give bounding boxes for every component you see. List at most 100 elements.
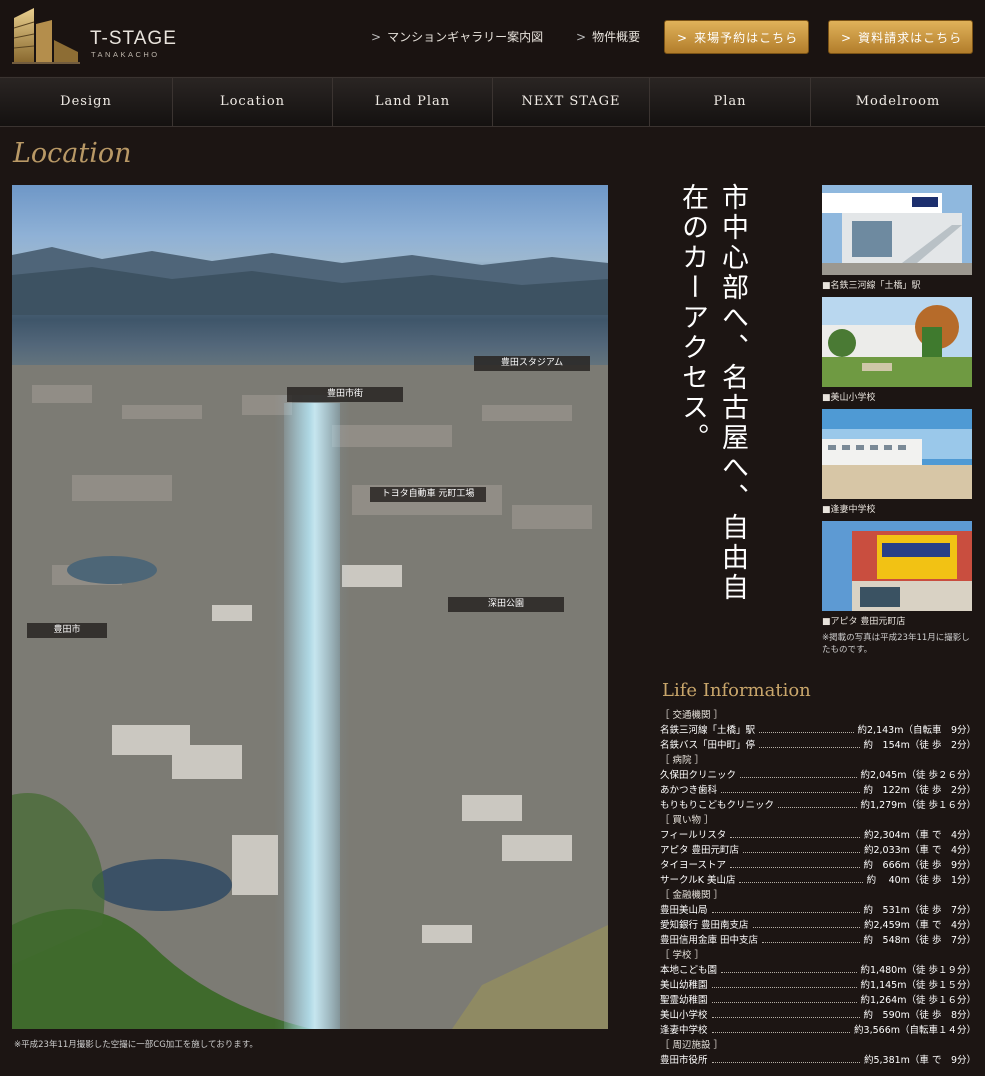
life-facility-row: 逢妻中学校 約3,566m（自転車１４分） <box>660 1023 976 1038</box>
facility-name: あかつき歯科 <box>660 785 718 796</box>
facility-distance: 約 122m（徒 歩 2分） <box>863 785 976 796</box>
life-facility-row: 美山小学校 約 590m（徒 歩 8分） <box>660 1008 976 1023</box>
site-logo[interactable]: T-STAGE TANAKACHO <box>12 8 182 66</box>
facility-name: 豊田市役所 <box>660 1055 708 1066</box>
label-toyota-city: 豊田市 <box>27 623 107 638</box>
headline-copy: 市中心部へ、名古屋へ、自由自在のカーアクセス。 <box>677 183 748 603</box>
dot-leader <box>740 768 857 778</box>
dot-leader <box>711 1008 860 1018</box>
life-facility-row: 名鉄バス「田中町」停 約 154m（徒 歩 2分） <box>660 738 976 753</box>
facility-name: 豊田信用金庫 田中支店 <box>660 935 759 946</box>
facility-name: フィールリスタ <box>660 830 727 841</box>
gallery-map-link[interactable]: > マンションギャラリー案内図 <box>371 28 543 45</box>
facility-name: 聖霊幼稚園 <box>660 995 708 1006</box>
station-image <box>822 185 972 275</box>
life-category-heading: ［ 金融機関 ］ <box>660 890 724 901</box>
visit-reservation-button[interactable]: > 来場予約はこちら <box>664 20 809 54</box>
chevron-right-icon: > <box>841 31 853 45</box>
thumb-caption-apita: ■アピタ 豊田元町店 <box>822 617 906 627</box>
chevron-right-icon: > <box>371 30 382 44</box>
elementary-school-image <box>822 297 972 387</box>
label-stadium: 豊田スタジアム <box>474 356 590 371</box>
label-city-center: 豊田市街 <box>287 387 403 402</box>
life-facility-row: 豊田市役所 約5,381m（車 で 9分） <box>660 1053 976 1068</box>
dot-leader <box>762 933 860 943</box>
facility-distance: 約2,143m（自転車 9分） <box>857 725 977 736</box>
dot-leader <box>743 843 860 853</box>
facility-distance: 約1,145m（徒 歩１５分） <box>860 980 976 991</box>
aerial-photo: 豊田スタジアム 豊田市街 トヨタ自動車 元町工場 深田公園 豊田市 <box>12 185 608 1029</box>
facility-distance: 約5,381m（車 で 9分） <box>863 1055 976 1066</box>
facility-distance: 約1,279m（徒 歩１６分） <box>860 800 976 811</box>
facility-distance: 約 531m（徒 歩 7分） <box>863 905 976 916</box>
facility-distance: 約 40m（徒 歩 1分） <box>866 875 976 886</box>
dot-leader <box>730 858 860 868</box>
facility-name: サークルK 美山店 <box>660 875 736 886</box>
nav-location[interactable]: Location <box>173 78 333 126</box>
facility-distance: 約 590m（徒 歩 8分） <box>863 1010 976 1021</box>
dot-leader <box>721 963 857 973</box>
brochure-request-button[interactable]: > 資料請求はこちら <box>828 20 973 54</box>
dot-leader <box>739 873 863 883</box>
thumb-caption-station: ■名鉄三河線「土橋」駅 <box>822 281 921 291</box>
nav-modelroom[interactable]: Modelroom <box>811 78 985 126</box>
thumb-apita-photo <box>822 521 972 611</box>
site-header: T-STAGE TANAKACHO > マンションギャラリー案内図 > 物件概要 >… <box>0 0 985 76</box>
facility-name: 名鉄バス「田中町」停 <box>660 740 756 751</box>
facility-distance: 約3,566m（自転車１４分） <box>854 1025 976 1036</box>
brochure-request-label: 資料請求はこちら <box>858 31 963 45</box>
facility-distance: 約1,480m（徒 歩１９分） <box>860 965 976 976</box>
dot-leader <box>778 798 857 808</box>
life-category-heading: ［ 病院 ］ <box>660 755 705 766</box>
nav-design[interactable]: Design <box>0 78 173 126</box>
life-category-heading: ［ 周辺施設 ］ <box>660 1040 724 1051</box>
life-information-list: ［ 交通機関 ］ 名鉄三河線「土橋」駅 約2,143m（自転車 9分） 名鉄バス「田中… <box>660 708 976 1068</box>
dot-leader <box>759 723 854 733</box>
nav-plan[interactable]: Plan <box>650 78 811 126</box>
facility-name: タイヨーストア <box>660 860 727 871</box>
facility-name: 逢妻中学校 <box>660 1025 708 1036</box>
photo-caption: ※平成23年11月撮影した空撮に一部CG加工を施しております。 <box>14 1040 258 1050</box>
dot-leader <box>711 1053 860 1063</box>
nav-next-stage[interactable]: NEXT STAGE <box>493 78 650 126</box>
dot-leader <box>711 903 860 913</box>
life-facility-row: 豊田美山局 約 531m（徒 歩 7分） <box>660 903 976 918</box>
nav-land-plan[interactable]: Land Plan <box>333 78 493 126</box>
gallery-map-label: マンションギャラリー案内図 <box>387 30 544 44</box>
facility-distance: 約 666m（徒 歩 9分） <box>863 860 976 871</box>
facility-distance: 約 154m（徒 歩 2分） <box>863 740 976 751</box>
thumb-caption-junior-high: ■逢妻中学校 <box>822 505 876 515</box>
dot-leader <box>711 978 857 988</box>
thumb-note: ※掲載の写真は平成23年11月に撮影したものです。 <box>822 633 970 655</box>
thumb-elementary-photo <box>822 297 972 387</box>
life-facility-row: 久保田クリニック 約2,045m（徒 歩２６分） <box>660 768 976 783</box>
dot-leader <box>730 828 860 838</box>
property-outline-label: 物件概要 <box>592 30 641 44</box>
dot-leader <box>752 918 860 928</box>
facility-name: 豊田美山局 <box>660 905 708 916</box>
life-facility-row: 聖霊幼稚園 約1,264m（徒 歩１６分） <box>660 993 976 1008</box>
facility-name: アピタ 豊田元町店 <box>660 845 740 856</box>
facility-name: 愛知銀行 豊田南支店 <box>660 920 749 931</box>
facility-distance: 約2,304m（車 で 4分） <box>863 830 976 841</box>
site-highlight-beam <box>284 403 340 1029</box>
visit-reservation-label: 来場予約はこちら <box>694 31 799 45</box>
life-facility-row: 名鉄三河線「土橋」駅 約2,143m（自転車 9分） <box>660 723 976 738</box>
life-information-title: Life Information <box>662 680 811 701</box>
facility-distance: 約2,459m（車 で 4分） <box>863 920 976 931</box>
dot-leader <box>721 783 860 793</box>
facility-distance: 約1,264m（徒 歩１６分） <box>860 995 976 1006</box>
life-category-heading: ［ 学校 ］ <box>660 950 705 961</box>
facility-name: 名鉄三河線「土橋」駅 <box>660 725 756 736</box>
facility-distance: 約2,045m（徒 歩２６分） <box>860 770 976 781</box>
facility-name: 美山幼稚園 <box>660 980 708 991</box>
thumb-junior-high-photo <box>822 409 972 499</box>
life-category-heading: ［ 買い物 ］ <box>660 815 714 826</box>
facility-name: 本地こども園 <box>660 965 718 976</box>
life-facility-row: 愛知銀行 豊田南支店 約2,459m（車 で 4分） <box>660 918 976 933</box>
junior-high-school-image <box>822 409 972 499</box>
property-outline-link[interactable]: > 物件概要 <box>576 28 640 45</box>
chevron-right-icon: > <box>576 30 587 44</box>
facility-distance: 約 548m（徒 歩 7分） <box>863 935 976 946</box>
life-facility-row: あかつき歯科 約 122m（徒 歩 2分） <box>660 783 976 798</box>
